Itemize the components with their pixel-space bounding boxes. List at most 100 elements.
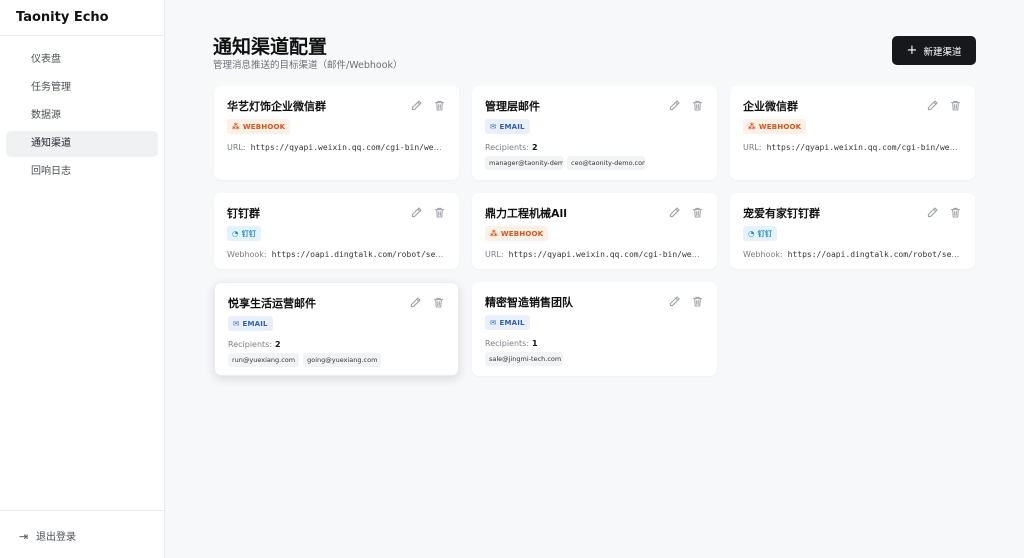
recipient-chips: run@yuexiang.com going@yuexiang.com	[228, 353, 445, 367]
channel-card[interactable]: 华艺灯饰企业微信群 ⁂ WEBHOOK URL: https://qyapi.weix…	[214, 86, 459, 180]
sidebar-item-datasources[interactable]: 数据源	[6, 103, 158, 129]
channel-name: 悦享生活运营邮件	[228, 297, 316, 310]
recipients-count: 2	[275, 340, 281, 349]
recipients-label: Recipients:	[485, 143, 530, 152]
url-value: https://oapi.dingtalk.com/robot/send?ac.…	[787, 250, 962, 259]
dingtalk-icon: ◔	[748, 229, 755, 238]
delete-icon[interactable]	[691, 206, 704, 219]
channel-type-label: EMAIL	[242, 319, 268, 328]
sidebar-item-dashboard[interactable]: 仪表盘	[6, 47, 158, 73]
edit-icon[interactable]	[410, 99, 423, 112]
url-label: URL:	[743, 143, 762, 152]
card-actions	[926, 99, 962, 112]
url-label: URL:	[227, 143, 246, 152]
channel-type-label: EMAIL	[499, 122, 525, 131]
recipients-count: 1	[532, 339, 538, 348]
channel-type-label: 钉钉	[241, 229, 257, 238]
channel-name: 钉钉群	[227, 207, 260, 220]
channel-type-badge: ✉ EMAIL	[485, 315, 530, 330]
edit-icon[interactable]	[926, 206, 939, 219]
recipients-line: Recipients: 1	[485, 339, 704, 348]
recipient-chip: ceo@taonity-demo.con	[567, 156, 645, 170]
page-subtitle: 管理消息推送的目标渠道（邮件/Webhook）	[213, 60, 403, 71]
channel-card[interactable]: 企业微信群 ⁂ WEBHOOK URL: https://qyapi.weixin.q…	[730, 86, 975, 180]
channel-type-badge: ✉ EMAIL	[485, 119, 530, 134]
recipient-chips: sale@jingmi-tech.com	[485, 352, 704, 366]
channel-card[interactable]: 悦享生活运营邮件 ✉ EMAIL Recipients: 2 run@yuexiang.…	[214, 282, 459, 376]
card-actions	[410, 99, 446, 112]
sidebar-item-logs[interactable]: 回响日志	[6, 159, 158, 185]
url-value: https://qyapi.weixin.qq.com/cgi-bin/webh…	[250, 143, 446, 152]
email-icon: ✉	[233, 319, 240, 328]
url-value: https://qyapi.weixin.qq.com/cgi-bin/webh…	[508, 250, 704, 259]
webhook-icon: ⁂	[748, 122, 756, 131]
card-actions	[409, 296, 445, 309]
logout-button[interactable]: ⇥ 退出登录	[0, 510, 164, 558]
channel-name: 华艺灯饰企业微信群	[227, 100, 326, 113]
channel-name: 宠爱有家钉钉群	[743, 207, 820, 220]
edit-icon[interactable]	[668, 99, 681, 112]
recipients-line: Recipients: 2	[228, 340, 445, 349]
channel-card[interactable]: 管理层邮件 ✉ EMAIL Recipients: 2 manager@taonity-…	[472, 86, 717, 180]
delete-icon[interactable]	[691, 295, 704, 308]
channel-name: 管理层邮件	[485, 100, 540, 113]
edit-icon[interactable]	[668, 206, 681, 219]
channel-name: 鼎力工程机械All	[485, 207, 568, 220]
recipients-label: Recipients:	[485, 339, 530, 348]
card-actions	[668, 99, 704, 112]
email-icon: ✉	[490, 122, 497, 131]
channel-type-label: 钉钉	[757, 229, 773, 238]
dingtalk-icon: ◔	[232, 229, 239, 238]
edit-icon[interactable]	[409, 296, 422, 309]
sidebar: Taonity Echo 仪表盘 任务管理 数据源 通知渠道 回响日志 ⇥ 退出登…	[0, 0, 165, 558]
delete-icon[interactable]	[433, 206, 446, 219]
url-label: Webhook:	[743, 250, 783, 259]
edit-icon[interactable]	[926, 99, 939, 112]
channel-card[interactable]: 鼎力工程机械All ⁂ WEBHOOK URL: https://qyapi.weix…	[472, 193, 717, 269]
channel-type-label: WEBHOOK	[758, 122, 802, 131]
sidebar-item-tasks[interactable]: 任务管理	[6, 75, 158, 101]
channel-card[interactable]: 宠爱有家钉钉群 ◔ 钉钉 Webhook: https://oapi.dingtalk…	[730, 193, 975, 269]
channel-type-label: WEBHOOK	[242, 122, 286, 131]
delete-icon[interactable]	[432, 296, 445, 309]
new-channel-button[interactable]: + 新建渠道	[892, 36, 976, 65]
app-title: Taonity Echo	[0, 0, 164, 36]
delete-icon[interactable]	[433, 99, 446, 112]
channel-type-badge: ◔ 钉钉	[227, 226, 262, 241]
email-icon: ✉	[490, 318, 497, 327]
url-value: https://qyapi.weixin.qq.com/cgi-bin/webh…	[766, 143, 962, 152]
webhook-icon: ⁂	[232, 122, 240, 131]
url-value: https://oapi.dingtalk.com/robot/send?ac.…	[271, 250, 446, 259]
url-line: Webhook: https://oapi.dingtalk.com/robot/…	[227, 250, 446, 259]
edit-icon[interactable]	[410, 206, 423, 219]
card-actions	[668, 295, 704, 308]
new-channel-label: 新建渠道	[923, 46, 962, 58]
delete-icon[interactable]	[949, 206, 962, 219]
recipient-chip: going@yuexiang.com	[303, 353, 382, 367]
card-actions	[410, 206, 446, 219]
channel-type-label: WEBHOOK	[500, 229, 544, 238]
channel-type-badge: ⁂ WEBHOOK	[227, 119, 291, 134]
delete-icon[interactable]	[949, 99, 962, 112]
url-label: URL:	[485, 250, 504, 259]
url-label: Webhook:	[227, 250, 267, 259]
url-line: Webhook: https://oapi.dingtalk.com/robot/…	[743, 250, 962, 259]
delete-icon[interactable]	[691, 99, 704, 112]
card-actions	[668, 206, 704, 219]
sidebar-item-channels[interactable]: 通知渠道	[6, 131, 158, 157]
recipients-label: Recipients:	[228, 340, 273, 349]
channel-name: 精密智造销售团队	[485, 296, 573, 309]
channel-card[interactable]: 精密智造销售团队 ✉ EMAIL Recipients: 1 sale@jingmi-t…	[472, 282, 717, 376]
recipient-chip: run@yuexiang.com	[228, 353, 300, 367]
logout-icon: ⇥	[19, 530, 29, 543]
main-content: 通知渠道配置 管理消息推送的目标渠道（邮件/Webhook） + 新建渠道 华艺灯…	[165, 0, 1024, 558]
recipients-count: 2	[532, 143, 538, 152]
channel-type-badge: ◔ 钉钉	[743, 226, 778, 241]
sidebar-nav: 仪表盘 任务管理 数据源 通知渠道 回响日志	[0, 36, 164, 185]
url-line: URL: https://qyapi.weixin.qq.com/cgi-bin/…	[485, 250, 704, 259]
channel-card[interactable]: 钉钉群 ◔ 钉钉 Webhook: https://oapi.dingtalk.com…	[214, 193, 459, 269]
channel-type-badge: ⁂ WEBHOOK	[743, 119, 807, 134]
channel-type-badge: ✉ EMAIL	[228, 316, 273, 331]
edit-icon[interactable]	[668, 295, 681, 308]
recipients-line: Recipients: 2	[485, 143, 704, 152]
